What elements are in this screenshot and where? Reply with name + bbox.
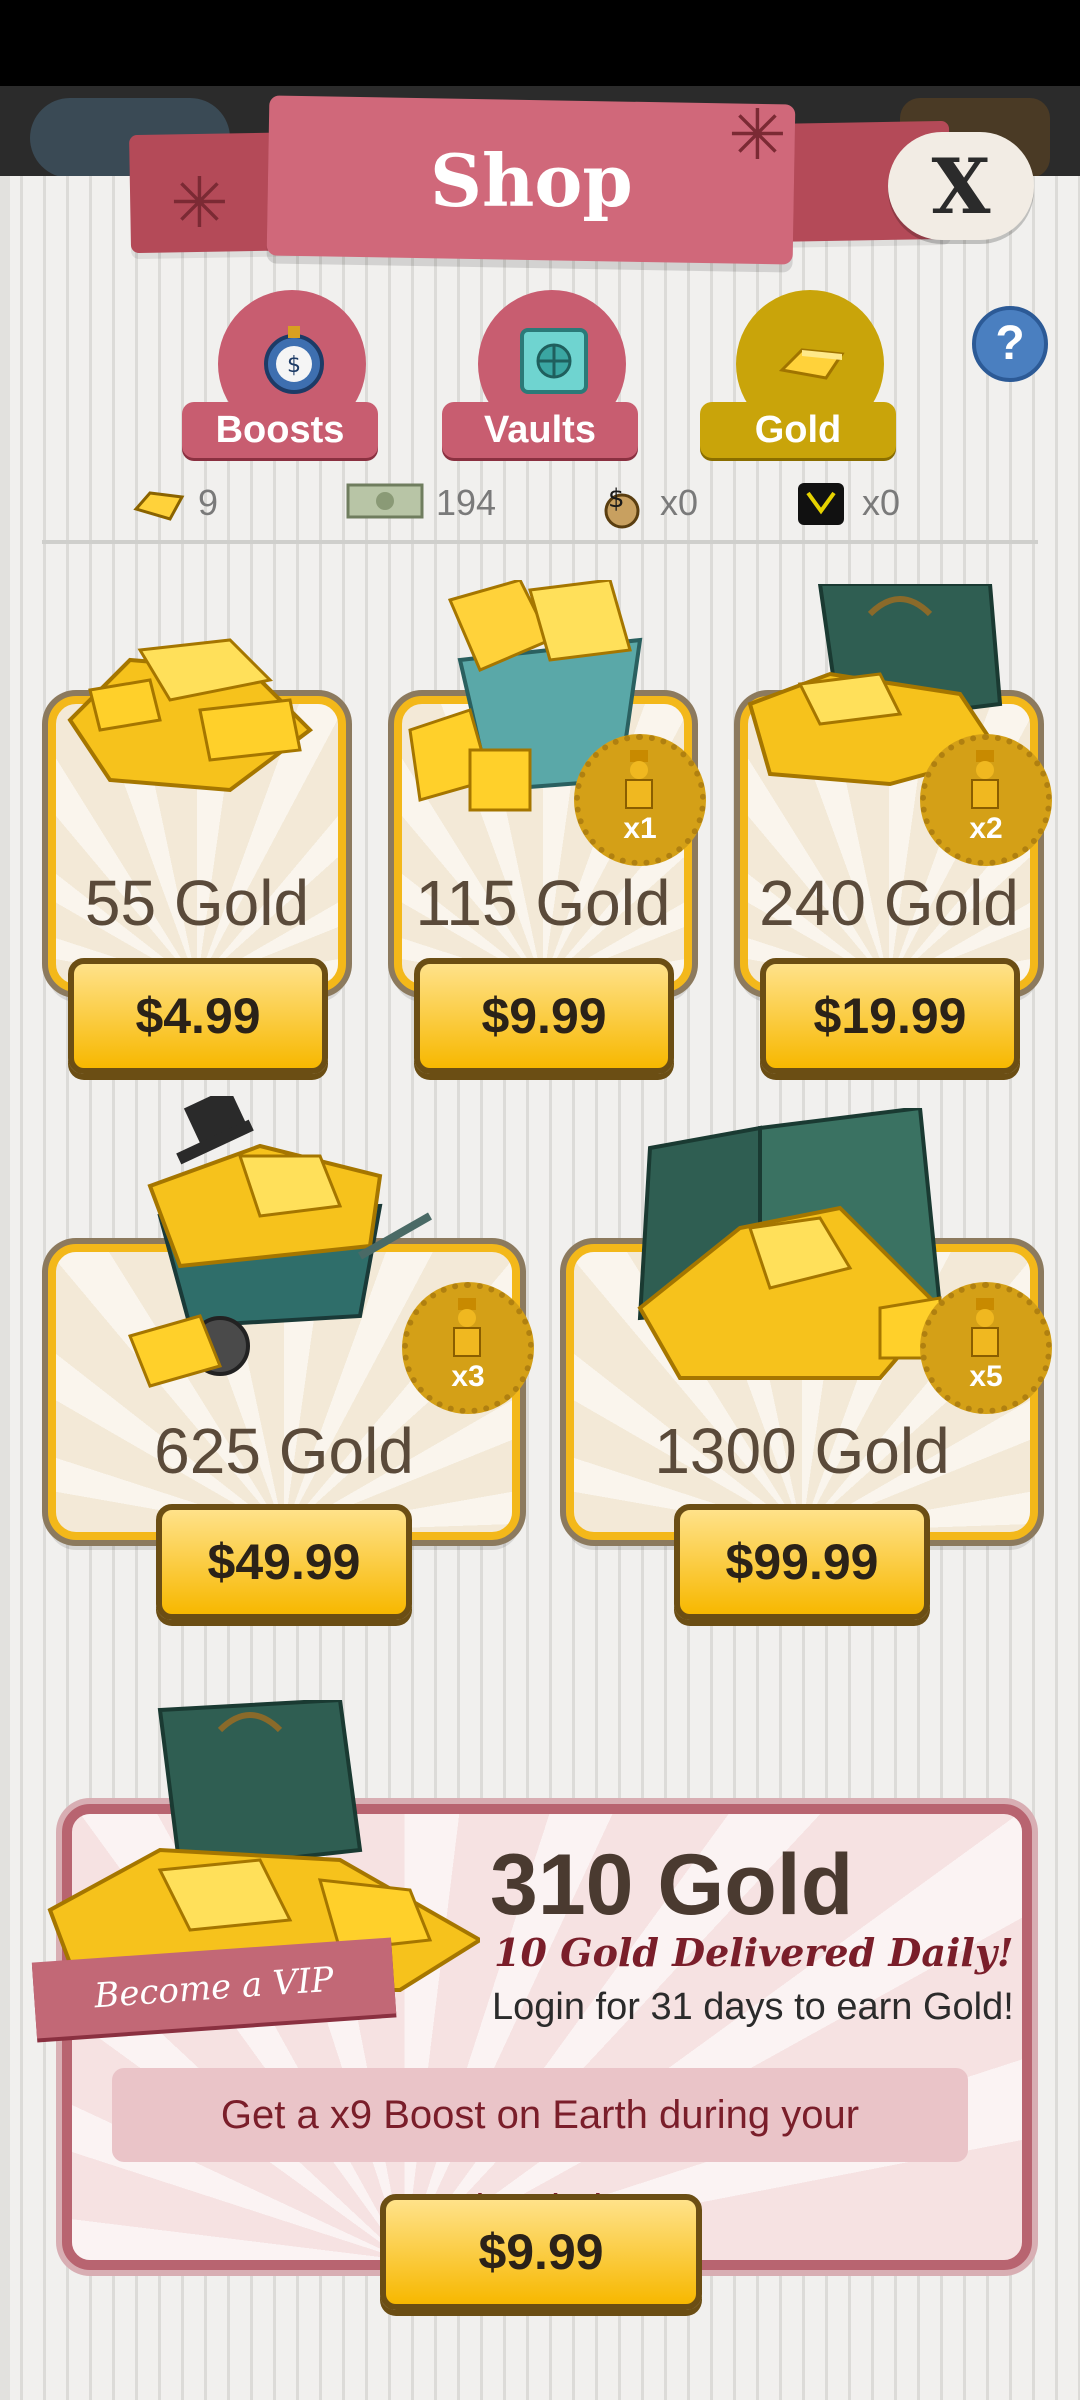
shop-screen: ✳ Shop ✳ X $ Boosts Vaults Gold ? 9 194 … — [0, 0, 1080, 2400]
help-button[interactable]: ? — [972, 306, 1048, 382]
currency-value: 9 — [198, 482, 219, 523]
vip-gold-amount: 310 Gold — [490, 1837, 854, 1933]
tab-gold[interactable]: Gold — [700, 290, 896, 458]
gold-bar-icon — [772, 320, 852, 400]
header-banner: Shop — [266, 95, 796, 265]
currency-gold: 9 — [132, 478, 218, 528]
tycoon-icon — [971, 750, 999, 809]
tab-label: Vaults — [442, 402, 638, 458]
price-button[interactable]: $9.99 — [414, 958, 674, 1074]
gold-vault-icon — [637, 1108, 943, 1380]
multiplier-badge: x5 — [920, 1282, 1052, 1414]
price-button[interactable]: $19.99 — [760, 958, 1020, 1074]
currency-value: x0 — [660, 482, 699, 523]
cash-icon — [346, 481, 424, 525]
svg-text:$: $ — [287, 353, 301, 378]
vip-boost-text: Get a x9 Boost on Earth during your subs… — [112, 2068, 968, 2231]
currency-value: 194 — [436, 482, 497, 523]
tab-label: Gold — [700, 402, 896, 458]
badge-label: x5 — [969, 1360, 1003, 1393]
tycoon-icon — [453, 1298, 481, 1357]
vip-daily-text: 10 Gold Delivered Daily! — [494, 1930, 1014, 1975]
svg-text:$: $ — [608, 484, 625, 514]
multiplier-badge: x2 — [920, 734, 1052, 866]
multiplier-badge: x1 — [574, 734, 706, 866]
gold-wheelbarrow-icon — [127, 1096, 432, 1388]
badge-label: x3 — [451, 1360, 485, 1393]
badge-label: x2 — [969, 812, 1003, 845]
page-title: Shop — [429, 137, 633, 223]
divider — [42, 540, 1038, 544]
currency-value: x0 — [862, 482, 901, 523]
price-button[interactable]: $99.99 — [674, 1504, 930, 1620]
tab-boosts[interactable]: $ Boosts — [182, 290, 378, 458]
currency-cash: 194 — [346, 478, 496, 528]
multiplier-badge: x3 — [402, 1282, 534, 1414]
gold-pile-icon — [67, 638, 314, 793]
product-amount: 115 Gold — [415, 867, 671, 939]
panel-edge — [0, 176, 10, 2400]
product-amount: 625 Gold — [154, 1415, 414, 1487]
tab-vaults[interactable]: Vaults — [442, 290, 638, 458]
price-button[interactable]: $4.99 — [68, 958, 328, 1074]
currency-chip: x0 — [796, 478, 900, 528]
product-amount: 55 Gold — [84, 867, 310, 939]
currency-moneybag: $ x0 — [594, 478, 699, 529]
starburst-icon: ✳ — [728, 96, 787, 174]
vault-icon — [514, 320, 594, 400]
tycoon-icon — [971, 1298, 999, 1357]
price-button[interactable]: $49.99 — [156, 1504, 412, 1620]
vip-price-button[interactable]: $9.99 — [380, 2194, 702, 2310]
product-amount: 1300 Gold — [654, 1415, 950, 1487]
close-button[interactable]: X — [888, 132, 1034, 240]
money-bag-icon: $ — [594, 481, 648, 529]
tycoon-icon — [625, 750, 653, 809]
chip-icon — [796, 481, 850, 525]
stopwatch-icon: $ — [254, 320, 334, 400]
gold-icon — [132, 481, 186, 525]
tab-label: Boosts — [182, 402, 378, 458]
starburst-icon: ✳ — [170, 164, 229, 242]
vip-login-text: Login for 31 days to earn Gold! — [492, 1986, 1014, 2028]
close-icon: X — [931, 141, 991, 231]
badge-label: x1 — [623, 812, 657, 845]
product-amount: 240 Gold — [759, 867, 1019, 939]
status-bar — [0, 0, 1080, 86]
